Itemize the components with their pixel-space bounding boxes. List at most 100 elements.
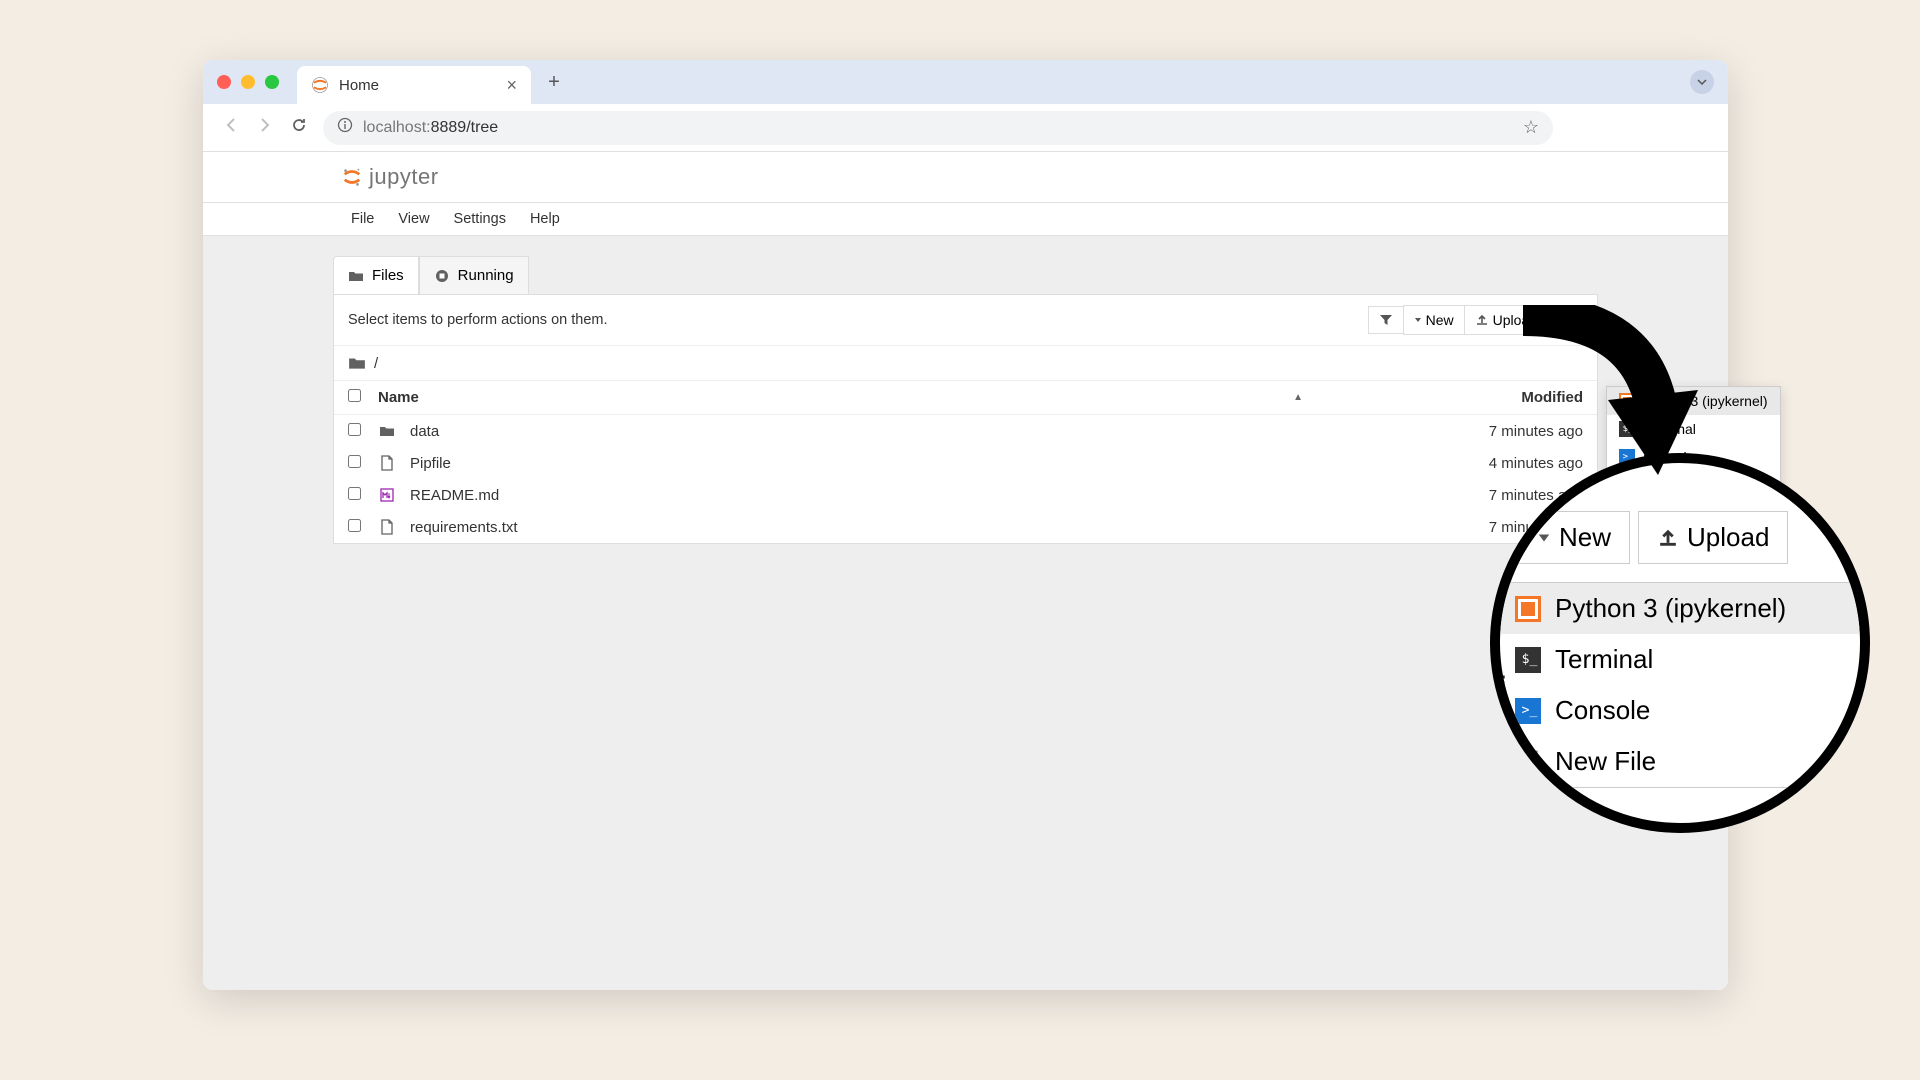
file-icon	[378, 518, 396, 536]
terminal-icon: $_	[1515, 647, 1541, 673]
row-name[interactable]: README.md	[410, 487, 499, 504]
row-modified: 4 minutes ago	[1343, 455, 1583, 472]
new-terminal-label: Terminal	[1643, 421, 1696, 437]
folder-icon	[348, 268, 364, 284]
menu-bar: File View Settings Help	[203, 203, 1728, 236]
file-icon	[378, 454, 396, 472]
file-icon	[1515, 749, 1541, 775]
jupyter-favicon	[311, 76, 329, 94]
site-info-icon[interactable]	[337, 117, 353, 138]
file-row[interactable]: Pipfile 4 minutes ago	[334, 447, 1597, 479]
file-row[interactable]: data 7 minutes ago	[334, 415, 1597, 447]
browser-chrome: Home × +	[203, 60, 1728, 104]
jupyter-logo-text: jupyter	[369, 164, 439, 190]
refresh-button[interactable]	[1547, 306, 1583, 334]
magnifier-terminal-label: Terminal	[1555, 644, 1653, 675]
breadcrumb: /	[334, 346, 1597, 381]
new-tab-button[interactable]: +	[539, 67, 569, 97]
traffic-lights	[217, 75, 279, 89]
row-name[interactable]: data	[410, 423, 439, 440]
file-row[interactable]: README.md 7 minutes ago	[334, 479, 1597, 511]
tab-files[interactable]: Files	[333, 256, 419, 294]
caret-down-icon	[1414, 316, 1422, 324]
jupyter-logo[interactable]: jupyter	[341, 164, 439, 190]
menu-settings[interactable]: Settings	[444, 207, 516, 231]
sort-caret-icon: ▲	[1293, 392, 1303, 403]
magnifier-new-button: New	[1518, 511, 1630, 564]
markdown-icon	[378, 486, 396, 504]
filter-button[interactable]	[1368, 306, 1404, 334]
row-checkbox[interactable]	[348, 519, 361, 532]
select-all-checkbox[interactable]	[348, 389, 361, 402]
folder-icon	[378, 422, 396, 440]
magnifier-item-python: Python 3 (ipykernel)	[1495, 583, 1870, 634]
magnifier-item-terminal: $_ Terminal	[1495, 634, 1870, 685]
menu-file[interactable]: File	[341, 207, 384, 231]
new-button-label: New	[1426, 312, 1454, 328]
column-name[interactable]: Name ▲	[378, 389, 1343, 406]
select-hint-text: Select items to perform actions on them.	[348, 312, 1369, 328]
console-icon: >_	[1515, 698, 1541, 724]
file-browser-panel: Select items to perform actions on them.…	[333, 294, 1598, 544]
url-bar-area: localhost:8889/tree ☆	[203, 104, 1728, 152]
magnifier-new-label: New	[1559, 522, 1611, 553]
new-python3-item[interactable]: Python 3 (ipykernel)	[1607, 387, 1780, 415]
upload-button[interactable]: Upload	[1464, 305, 1548, 335]
reload-button[interactable]	[289, 116, 309, 139]
panel-toolbar: Select items to perform actions on them.…	[334, 295, 1597, 346]
menu-help[interactable]: Help	[520, 207, 570, 231]
new-python3-label: Python 3 (ipykernel)	[1643, 393, 1768, 409]
upload-button-label: Upload	[1493, 312, 1537, 328]
magnifier-python-label: Python 3 (ipykernel)	[1555, 593, 1786, 624]
terminal-icon: $_	[1619, 421, 1635, 437]
folder-icon[interactable]	[348, 354, 366, 372]
close-window-button[interactable]	[217, 75, 231, 89]
row-checkbox[interactable]	[348, 423, 361, 436]
maximize-window-button[interactable]	[265, 75, 279, 89]
running-icon	[434, 268, 450, 284]
filter-icon	[1379, 313, 1393, 327]
new-terminal-item[interactable]: $_ Terminal	[1607, 415, 1780, 443]
magnifier-item-newfile: New File	[1495, 736, 1870, 787]
python-kernel-icon	[1619, 393, 1635, 409]
bookmark-button[interactable]: ☆	[1523, 117, 1539, 138]
new-button[interactable]: New	[1403, 305, 1465, 335]
tab-files-label: Files	[372, 267, 404, 284]
row-modified: 7 minutes ago	[1343, 487, 1583, 504]
minimize-window-button[interactable]	[241, 75, 255, 89]
jupyter-header: jupyter	[203, 152, 1728, 203]
forward-button[interactable]	[255, 116, 275, 139]
close-tab-button[interactable]: ×	[506, 75, 517, 96]
breadcrumb-path[interactable]: /	[374, 355, 378, 372]
refresh-icon	[1558, 313, 1572, 327]
magnifier-console-label: Console	[1555, 695, 1650, 726]
magnifier-item-console: >_ Console	[1495, 685, 1870, 736]
row-modified: 7 minutes ago	[1343, 423, 1583, 440]
address-bar[interactable]: localhost:8889/tree ☆	[323, 111, 1553, 145]
magnifier-newfile-label: New File	[1555, 746, 1656, 777]
upload-icon	[1475, 313, 1489, 327]
tab-running[interactable]: Running	[419, 256, 529, 294]
menu-view[interactable]: View	[388, 207, 439, 231]
row-checkbox[interactable]	[348, 455, 361, 468]
tabs-dropdown-button[interactable]	[1690, 70, 1714, 94]
row-checkbox[interactable]	[348, 487, 361, 500]
tab-bar: Home × +	[203, 60, 1728, 104]
browser-tab[interactable]: Home ×	[297, 66, 531, 104]
file-row[interactable]: requirements.txt7 minutes ago	[334, 511, 1597, 543]
panel-tabs: Files Running	[333, 256, 1598, 294]
tab-running-label: Running	[458, 267, 514, 284]
row-name[interactable]: Pipfile	[410, 455, 451, 472]
python-kernel-icon	[1515, 596, 1541, 622]
column-name-label: Name	[378, 389, 419, 406]
jupyter-planet-icon	[341, 166, 363, 188]
magnifier-upload-label: Upload	[1687, 522, 1769, 553]
browser-tab-title: Home	[339, 77, 506, 94]
magnifier-callout: di New Upload Python 3 (ipykernel) $_ Te…	[1490, 453, 1870, 833]
magnifier-upload-button: Upload	[1638, 511, 1788, 564]
back-button[interactable]	[221, 116, 241, 139]
row-name[interactable]: requirements.txt	[410, 519, 518, 536]
file-list-header: Name ▲ Modified	[334, 381, 1597, 415]
url-text: localhost:8889/tree	[363, 119, 1523, 137]
column-modified[interactable]: Modified	[1343, 389, 1583, 406]
